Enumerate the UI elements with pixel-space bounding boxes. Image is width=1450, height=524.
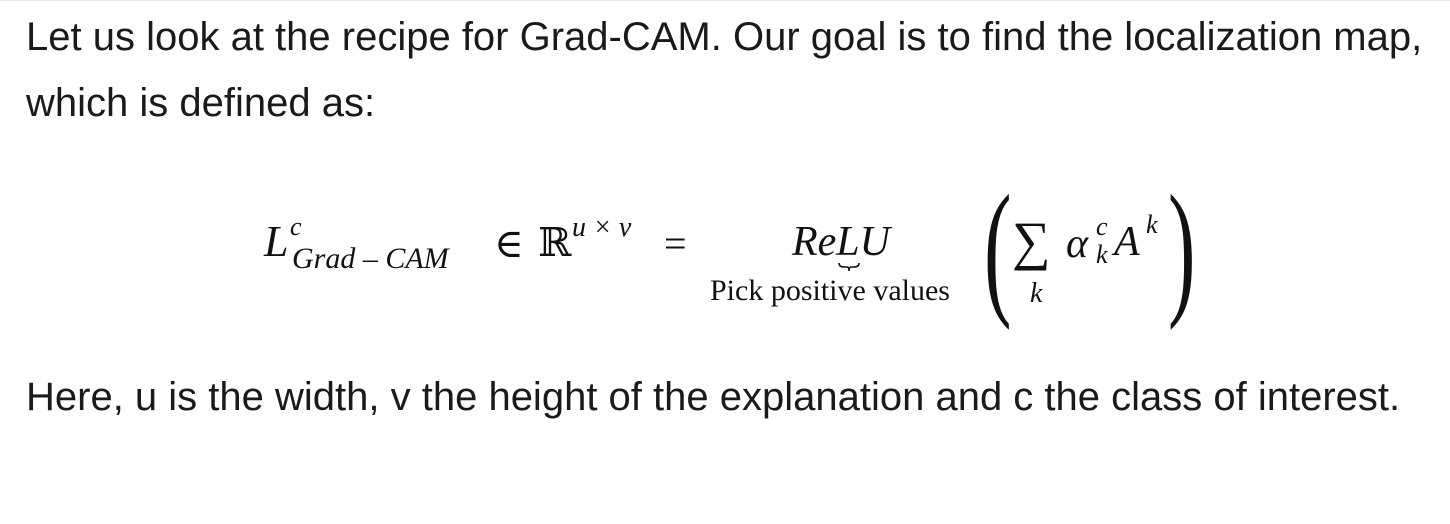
eq-activation: A [1114, 219, 1140, 265]
eq-dim-superscript: u × v [572, 212, 632, 243]
relu-underbrace [838, 262, 860, 272]
eq-lhs-symbol: L [264, 217, 289, 266]
eq-open-paren: ( [984, 165, 1012, 331]
eq-sum-index: k [1030, 278, 1043, 309]
eq-lhs-subscript: Grad – CAM [292, 242, 449, 275]
eq-alpha-superscript: c [1096, 212, 1108, 241]
intro-paragraph: Let us look at the recipe for Grad-CAM. … [26, 15, 1423, 125]
eq-relu: ReLU [792, 219, 890, 265]
eq-lhs-superscript: c [290, 212, 302, 241]
top-divider [0, 0, 1450, 1]
eq-alpha-subscript: k [1096, 240, 1108, 269]
eq-alpha: α [1066, 221, 1089, 267]
grad-cam-equation: L c Grad – CAM ∈ ℝ u × v = ReLU Pick pos… [0, 165, 1450, 331]
eq-element-of: ∈ [494, 221, 524, 266]
eq-close-paren: ) [1168, 165, 1196, 331]
eq-activation-superscript: k [1146, 210, 1158, 239]
eq-real-set: ℝ [538, 220, 572, 266]
eq-equals: = [664, 221, 687, 266]
eq-underbrace-note: Pick positive values [710, 274, 950, 307]
explanation-paragraph: Here, u is the width, v the height of th… [26, 375, 1401, 419]
sum-symbol: ∑ [1012, 211, 1051, 271]
